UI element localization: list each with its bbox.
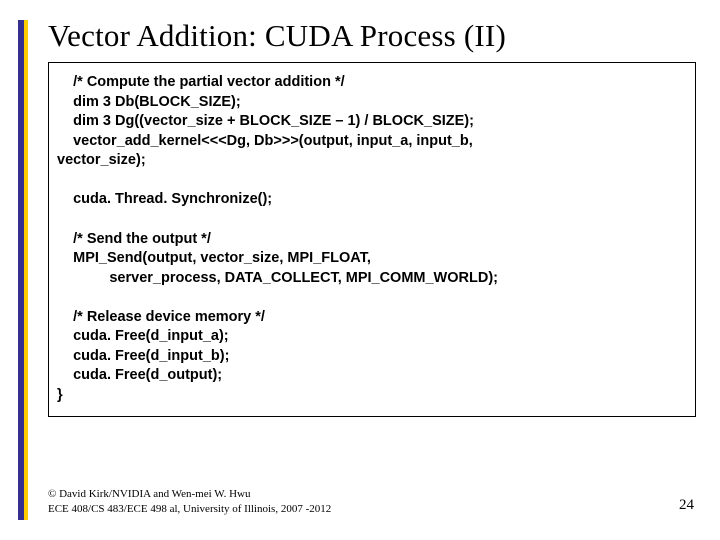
code-block: /* Compute the partial vector addition *… bbox=[48, 62, 696, 417]
page-number: 24 bbox=[679, 497, 694, 514]
accent-bar-gold bbox=[24, 20, 28, 520]
accent-bar bbox=[18, 20, 28, 520]
footer-line-1: © David Kirk/NVIDIA and Wen-mei W. Hwu bbox=[48, 487, 331, 501]
slide-title: Vector Addition: CUDA Process (II) bbox=[48, 18, 696, 54]
footer-line-2: ECE 408/CS 483/ECE 498 al, University of… bbox=[48, 502, 331, 516]
slide: Vector Addition: CUDA Process (II) /* Co… bbox=[0, 0, 720, 540]
footer-credits: © David Kirk/NVIDIA and Wen-mei W. Hwu E… bbox=[48, 487, 331, 516]
